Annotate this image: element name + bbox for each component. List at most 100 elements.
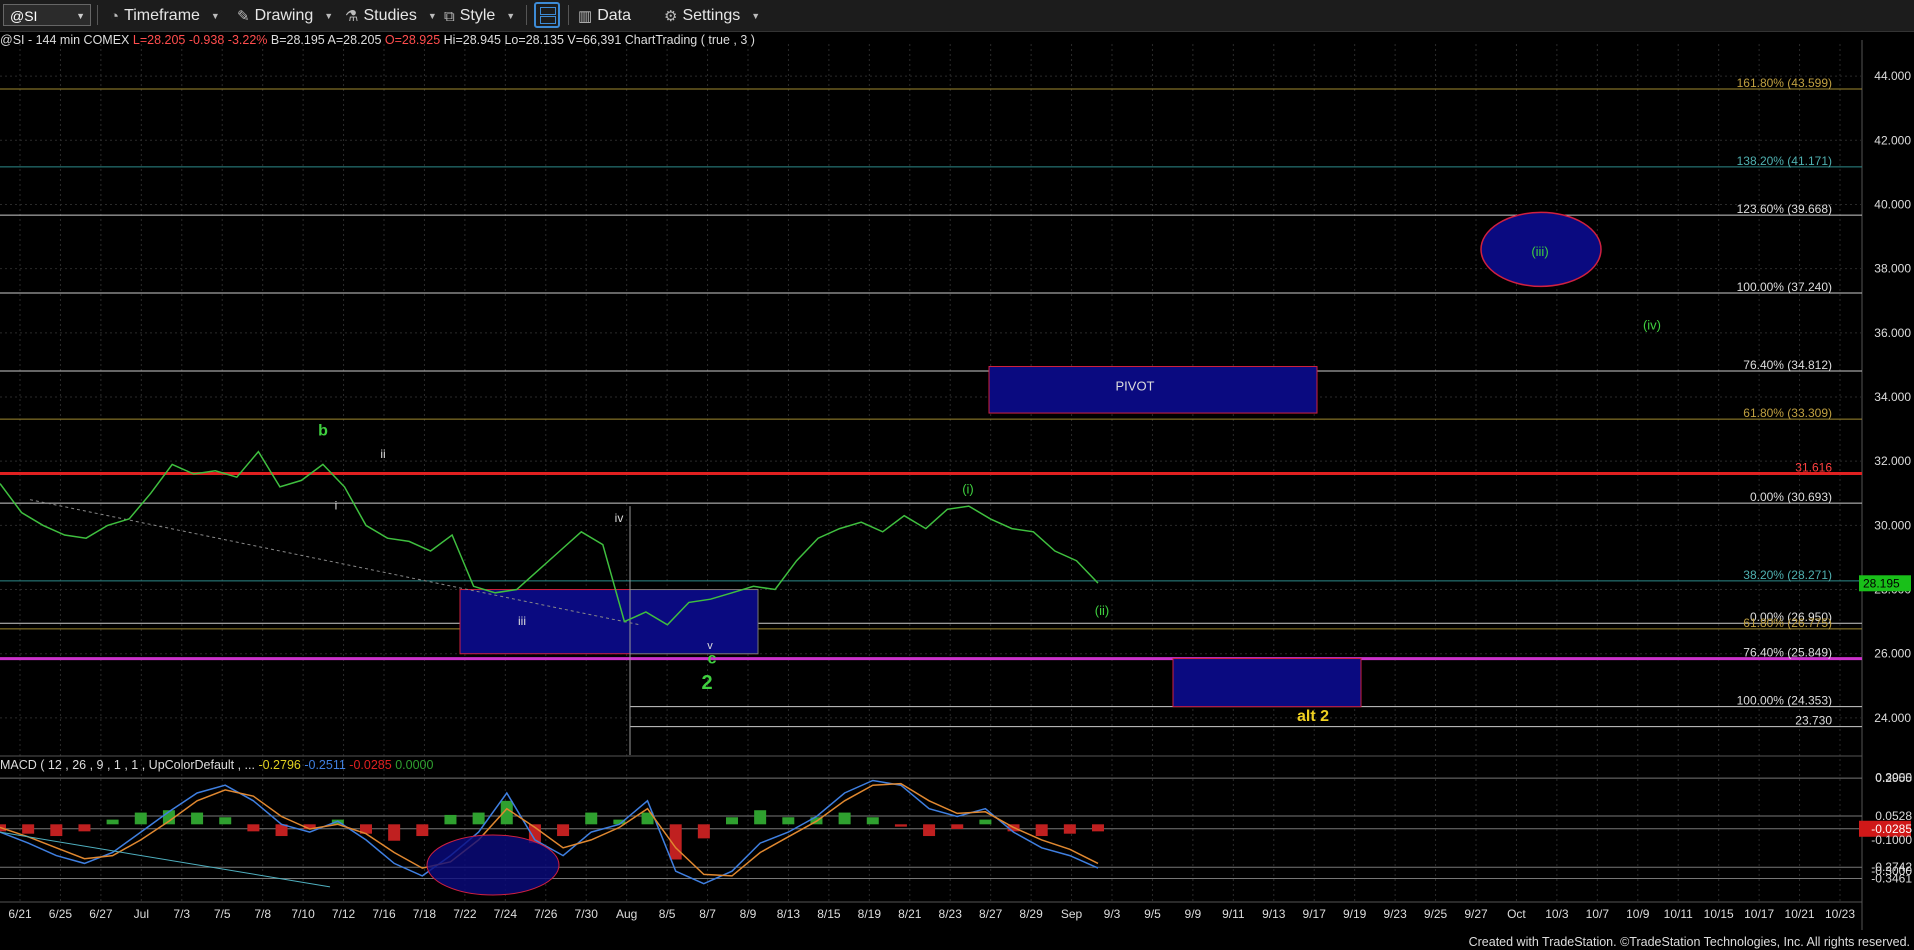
price-tick-label: 26.000 — [1874, 647, 1911, 661]
price-chart[interactable]: 44.000 42.000 40.000 38.000 36.000 34.000 32.0… — [0, 0, 1914, 950]
wave-label: (iv) — [1643, 318, 1661, 333]
x-tick-label: 9/9 — [1185, 907, 1202, 921]
price-tick-label: 42.000 — [1874, 133, 1911, 147]
macd-histogram-bar — [247, 824, 260, 832]
macd-highlight-ellipse — [426, 834, 560, 896]
x-tick-label: 8/7 — [699, 907, 716, 921]
wave-label: (iii) — [1531, 244, 1548, 259]
macd-histogram-bar — [697, 824, 710, 839]
x-tick-label: 7/3 — [173, 907, 190, 921]
x-tick-label: 9/19 — [1343, 907, 1367, 921]
macd-histogram-bar — [979, 819, 992, 825]
x-tick-label: 10/7 — [1586, 907, 1610, 921]
fib-level-label: 138.20% (41.171) — [1737, 154, 1832, 168]
x-tick-label: 9/3 — [1104, 907, 1121, 921]
fib-level-label: 23.730 — [1795, 714, 1832, 728]
macd-histogram-bar — [782, 817, 795, 825]
macd-histogram-bar — [585, 812, 598, 825]
fib-level-label: 31.616 — [1795, 461, 1832, 475]
fib-level-label: 61.80% (33.309) — [1743, 406, 1832, 420]
x-tick-label: 9/23 — [1383, 907, 1407, 921]
wave-label: 2 — [701, 672, 712, 694]
price-tick-label: 36.000 — [1874, 326, 1911, 340]
trend-line — [29, 499, 641, 626]
price-tick-label: 38.000 — [1874, 262, 1911, 276]
macd-tick-label: 0.3000 — [1875, 770, 1912, 784]
x-tick-label: 9/5 — [1144, 907, 1161, 921]
fib-level-label: 161.80% (43.599) — [1737, 76, 1832, 90]
x-tick-label: 9/17 — [1303, 907, 1327, 921]
fib-level-label: 76.40% (25.849) — [1743, 646, 1832, 660]
x-tick-label: 8/19 — [858, 907, 882, 921]
macd-label: MACD ( 12 , 26 , 9 , 1 , 1 , UpColorDefa… — [0, 758, 255, 772]
alt2-box — [1172, 658, 1362, 708]
x-tick-label: 8/13 — [777, 907, 801, 921]
x-tick-label: Sep — [1061, 907, 1083, 921]
macd-histogram-bar — [894, 824, 907, 827]
x-tick-label: 9/27 — [1464, 907, 1488, 921]
x-tick-label: 10/23 — [1825, 907, 1855, 921]
x-tick-label: 7/26 — [534, 907, 558, 921]
x-tick-label: 10/21 — [1785, 907, 1815, 921]
macd-histogram-bar — [726, 817, 738, 825]
hist-value: -0.0285 — [349, 758, 392, 772]
wave-label: i — [335, 498, 338, 512]
fib-level-label: 61.80% (26.775) — [1743, 616, 1832, 630]
x-tick-label: 8/23 — [939, 907, 963, 921]
macd-histogram-bar — [838, 812, 851, 825]
x-tick-label: Jul — [134, 907, 149, 921]
wave-label: alt 2 — [1297, 708, 1329, 725]
x-tick-label: 7/18 — [413, 907, 437, 921]
wave-label: PIVOT — [1115, 379, 1154, 394]
x-tick-label: 9/13 — [1262, 907, 1286, 921]
wave-label: ii — [380, 447, 385, 461]
price-tick-label: 40.000 — [1874, 197, 1911, 211]
macd-histogram-bar — [1092, 824, 1104, 832]
x-tick-label: 7/10 — [291, 907, 315, 921]
macd-histogram-bar — [78, 824, 91, 832]
macd-histogram-bar — [472, 812, 485, 825]
fib-level-label: 38.20% (28.271) — [1743, 568, 1832, 582]
signal-value: -0.2511 — [304, 758, 346, 772]
x-tick-label: 10/3 — [1545, 907, 1569, 921]
x-tick-label: 7/12 — [332, 907, 356, 921]
x-tick-label: 7/24 — [494, 907, 518, 921]
last-price-label: 28.195 — [1863, 576, 1900, 590]
macd-tick-label: -0.3000 — [1871, 864, 1912, 878]
wave-zone-box — [629, 589, 759, 655]
x-tick-label: 8/5 — [659, 907, 676, 921]
x-tick-label: 8/27 — [979, 907, 1003, 921]
x-tick-label: 8/9 — [740, 907, 757, 921]
x-tick-label: 10/17 — [1744, 907, 1774, 921]
x-tick-label: 7/16 — [372, 907, 396, 921]
macd-histogram-bar — [134, 812, 147, 825]
macd-histogram-bar — [22, 824, 35, 834]
fib-level-label: 76.40% (34.812) — [1743, 358, 1832, 372]
x-tick-label: 9/11 — [1222, 907, 1245, 921]
macd-histogram-bar — [1063, 824, 1076, 834]
wave-label: iv — [615, 511, 624, 525]
x-tick-label: 8/29 — [1019, 907, 1043, 921]
x-tick-label: 7/22 — [453, 907, 477, 921]
macd-histogram-bar — [388, 824, 401, 841]
wave-label: iii — [518, 614, 526, 628]
x-tick-label: 6/21 — [8, 907, 32, 921]
macd-tick-label: -0.1000 — [1871, 833, 1912, 847]
x-tick-label: 7/5 — [214, 907, 231, 921]
wave-label: b — [318, 423, 328, 440]
macd-histogram-bar — [191, 812, 204, 825]
fib-level-label: 100.00% (37.240) — [1737, 280, 1832, 294]
macd-histogram-bar — [1035, 824, 1048, 837]
price-tick-label: 30.000 — [1874, 518, 1911, 532]
macd-histogram-bar — [50, 824, 63, 837]
macd-histogram-bar — [754, 810, 767, 825]
macd-info-line: MACD ( 12 , 26 , 9 , 1 , 1 , UpColorDefa… — [0, 758, 433, 772]
x-tick-label: Oct — [1507, 907, 1526, 921]
x-tick-label: 8/21 — [898, 907, 922, 921]
macd-histogram-bar — [106, 819, 119, 825]
x-tick-label: 7/8 — [254, 907, 271, 921]
x-tick-label: 10/9 — [1626, 907, 1650, 921]
x-tick-label: 6/27 — [89, 907, 113, 921]
x-tick-label: Aug — [616, 907, 637, 921]
x-tick-label: 9/25 — [1424, 907, 1448, 921]
